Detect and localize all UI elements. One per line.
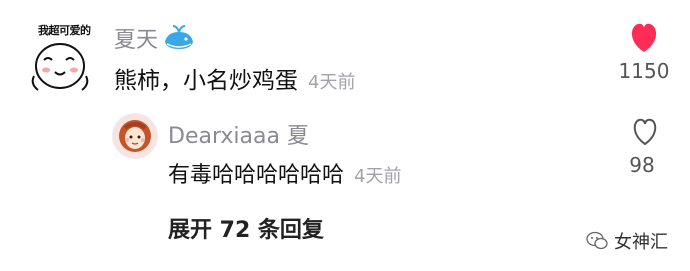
- heart-filled-icon: [631, 23, 657, 52]
- watermark-label: 女神汇: [614, 232, 668, 253]
- avatar-caption: 我超可爱的: [38, 24, 91, 37]
- wechat-icon: [586, 231, 608, 250]
- like-button-reply[interactable]: [628, 117, 662, 151]
- comment-reply-time: 4天前: [354, 166, 402, 187]
- like-count-main: 1150: [618, 59, 670, 83]
- avatar-reply[interactable]: [112, 113, 158, 159]
- like-button-main[interactable]: [618, 20, 670, 58]
- whale-icon: [165, 25, 194, 49]
- comment-reply-text: 有毒哈哈哈哈哈哈: [168, 163, 345, 188]
- cartoon-girl-avatar-icon: [113, 114, 157, 158]
- like-count-reply: 98: [629, 153, 655, 177]
- username-main[interactable]: 夏天: [114, 22, 196, 54]
- expand-replies-button[interactable]: 展开 72 条回复: [168, 212, 324, 244]
- comment-main[interactable]: 熊柿，小名炒鸡蛋 4天前: [114, 61, 355, 95]
- meme-face-icon: [31, 43, 89, 91]
- watermark: 女神汇: [586, 228, 668, 254]
- comment-main-text: 熊柿，小名炒鸡蛋: [114, 68, 298, 94]
- username-main-label[interactable]: 夏天: [114, 22, 158, 54]
- comment-reply[interactable]: 有毒哈哈哈哈哈哈 4天前: [168, 157, 401, 189]
- comment-main-time: 4天前: [308, 72, 356, 93]
- username-reply[interactable]: Dearxiaaa 夏: [168, 118, 309, 150]
- heart-outline-icon: [633, 118, 657, 146]
- avatar-main[interactable]: 我超可爱的: [20, 12, 100, 92]
